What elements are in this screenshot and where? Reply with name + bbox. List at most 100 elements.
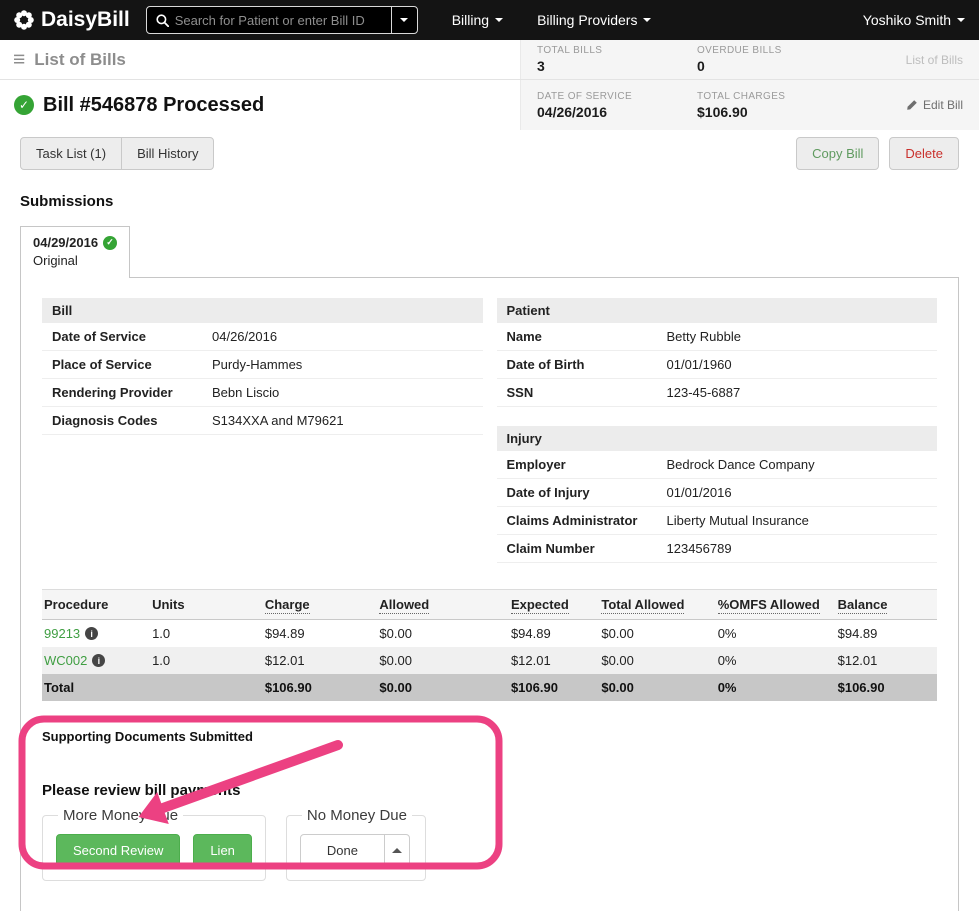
info-icon[interactable]: i [92,654,106,667]
list-icon: ≡ [13,48,26,71]
table-header-row: Procedure Units Charge Allowed Expected … [42,589,937,620]
task-list-button[interactable]: Task List (1) [20,137,123,170]
table-total-row: Total $106.90 $0.00 $106.90 $0.00 0% $10… [42,674,937,701]
cell-total-allowed: $0.00 [601,626,634,641]
brand-logo[interactable]: DaisyBill [14,8,130,32]
section-header-bill: Bill [42,298,483,323]
detail-row: Rendering Provider Bebn Liscio [42,379,483,407]
search-input[interactable] [168,12,391,28]
procedure-code-link[interactable]: 99213 i [44,626,99,641]
subheader: ≡ List of Bills TOTAL BILLS 3 OVERDUE BI… [0,40,979,80]
toolbar-actions: Copy Bill Delete [796,137,959,170]
total-label: Total [42,674,153,701]
patient-injury-column: Patient Name Betty Rubble Date of Birth … [496,298,937,563]
detail-row: Place of Service Purdy-Hammes [42,351,483,379]
detail-value: Bedrock Dance Company [666,457,815,472]
chevron-down-icon [957,18,965,22]
edit-bill-link[interactable]: Edit Bill [906,98,963,112]
detail-value: S134XXA and M79621 [212,413,344,428]
procedures-table: Procedure Units Charge Allowed Expected … [42,589,937,701]
delete-bill-button[interactable]: Delete [889,137,959,170]
supporting-documents-heading: Supporting Documents Submitted [42,729,253,744]
copy-bill-button[interactable]: Copy Bill [796,137,880,170]
detail-columns: Bill Date of Service 04/26/2016 Place of… [42,298,937,563]
procedure-code-link[interactable]: WC002 i [44,653,106,668]
review-payments-heading: Please review bill payments [42,782,241,799]
nav-billing-label: Billing [451,12,490,28]
bill-history-button[interactable]: Bill History [121,137,215,170]
detail-label: Date of Birth [506,357,585,372]
cell-charge: $12.01 [264,647,380,674]
detail-row: Date of Service 04/26/2016 [42,323,483,351]
cell-expected: $94.89 [510,626,551,641]
detail-value: Bebn Liscio [212,385,280,400]
detail-row: Date of Injury 01/01/2016 [496,479,937,507]
nav-user-menu[interactable]: Yoshiko Smith [863,12,965,28]
second-review-button[interactable]: Second Review [56,834,181,867]
detail-row: Claims Administrator Liberty Mutual Insu… [496,507,937,535]
col-charge: Charge [264,589,380,620]
detail-value: 04/26/2016 [212,329,278,344]
detail-label: Place of Service [52,357,152,372]
table-row: 99213 i 1.0 $94.89 $0.00 $94.89 $0.00 0%… [42,620,937,648]
col-omfs-allowed: %OMFS Allowed [717,589,838,620]
review-boxes: More Money Due Second Review Lien No Mon… [42,807,937,881]
stat-label: DATE OF SERVICE [537,90,633,102]
cell-units: 1.0 [152,647,265,674]
bill-tab-group: Task List (1) Bill History [20,137,215,170]
breadcrumb[interactable]: List of Bills [906,53,963,67]
submission-panel: Bill Date of Service 04/26/2016 Place of… [20,277,959,911]
cell-expected: $12.01 [510,647,602,674]
search-icon [156,13,169,27]
total-allowed: $0.00 [379,674,511,701]
cell-charge: $94.89 [264,626,305,641]
bill-stats-panel: DATE OF SERVICE 04/26/2016 TOTAL CHARGES… [520,80,979,130]
stat-value: 04/26/2016 [537,103,608,120]
search-scope-dropdown[interactable] [390,7,417,33]
detail-label: Diagnosis Codes [52,413,158,428]
stat-overdue-bills: OVERDUE BILLS 0 [697,45,857,74]
col-expected: Expected [510,589,602,620]
nav-user-label: Yoshiko Smith [862,12,951,28]
edit-bill-label: Edit Bill [922,98,963,112]
page-title: List of Bills [34,49,126,69]
section-header-injury: Injury [496,426,937,451]
nav-billing-providers-menu[interactable]: Billing Providers [537,12,652,28]
chevron-up-icon [391,848,402,853]
bill-toolbar: Task List (1) Bill History Copy Bill Del… [0,130,979,179]
detail-label: Rendering Provider [52,385,173,400]
detail-row: Date of Birth 01/01/1960 [496,351,937,379]
bill-details-column: Bill Date of Service 04/26/2016 Place of… [42,298,483,563]
detail-label: Date of Service [52,329,146,344]
no-money-due-box: No Money Due Done [285,807,426,881]
detail-value: Liberty Mutual Insurance [666,513,809,528]
detail-value: 123-45-6887 [666,385,741,400]
col-allowed: Allowed [379,589,511,620]
stat-value: $106.90 [697,103,748,120]
total-charge: $106.90 [264,674,380,701]
check-circle-icon: ✓ [14,95,34,115]
stat-label: TOTAL BILLS [537,45,603,56]
cell-units: 1.0 [152,626,171,641]
stat-value: 3 [537,58,545,74]
done-dropdown-toggle[interactable] [383,834,410,867]
lien-button[interactable]: Lien [193,834,252,867]
bill-title: Bill #546878 Processed [43,93,265,116]
col-units: Units [152,589,265,620]
total-balance: $106.90 [837,674,937,701]
table-row: WC002 i 1.0 $12.01 $0.00 $12.01 $0.00 0%… [42,647,937,674]
submission-tab-original[interactable]: 04/29/2016 ✓ Original [20,226,131,278]
more-money-due-legend: More Money Due [63,807,179,824]
cell-balance: $12.01 [837,647,937,674]
done-button[interactable]: Done [299,834,385,867]
top-navbar: DaisyBill Billing Billing Providers Yosh… [0,0,979,40]
info-icon[interactable]: i [85,627,99,640]
submission-type: Original [33,253,78,268]
detail-row: Diagnosis Codes S134XXA and M79621 [42,407,483,435]
total-expected: $106.90 [510,674,602,701]
nav-billing-menu[interactable]: Billing [451,12,504,28]
detail-label: Name [506,329,542,344]
stat-label: TOTAL CHARGES [697,90,786,102]
global-search [145,6,418,34]
cell-balance: $94.89 [837,626,878,641]
